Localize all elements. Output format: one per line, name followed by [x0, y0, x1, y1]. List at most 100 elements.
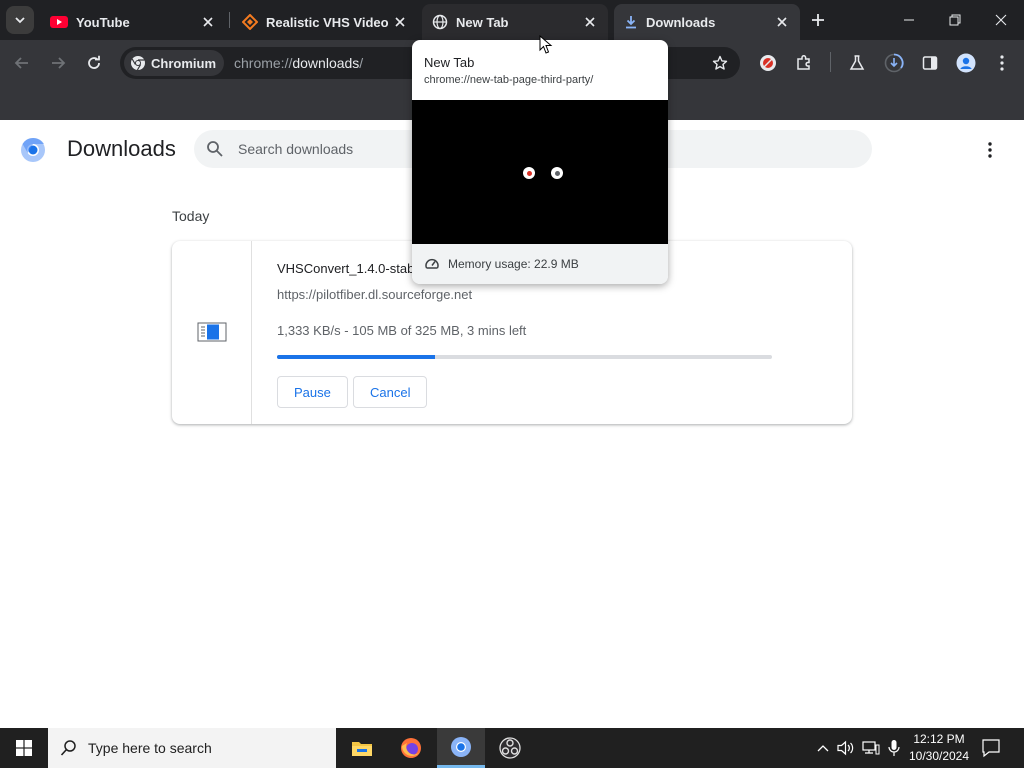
screen: YouTube Realistic VHS Video Converter Ne… [0, 0, 1024, 768]
tab-separator [229, 12, 230, 28]
tab-title: New Tab [456, 14, 509, 30]
site-chip[interactable]: Chromium [124, 50, 224, 76]
tab-title: Downloads [646, 14, 716, 30]
extensions-button[interactable] [792, 51, 816, 75]
file-icon [197, 322, 227, 342]
tab-new-tab[interactable]: New Tab [422, 4, 608, 40]
notification-center-icon[interactable] [980, 738, 1002, 758]
tab-title: YouTube [76, 14, 130, 30]
profile-button[interactable] [954, 51, 978, 75]
tab-search-button[interactable] [6, 6, 34, 34]
record-extension-icon [760, 55, 776, 71]
sourceforge-icon [242, 14, 258, 30]
download-progress-bar [277, 355, 772, 359]
taskbar-chromium[interactable] [437, 728, 485, 768]
taskbar-clock[interactable]: 12:12 PM 10/30/2024 [904, 731, 974, 765]
close-window-button[interactable] [978, 0, 1024, 40]
chevron-up-icon [817, 745, 829, 752]
plus-icon [812, 14, 824, 26]
site-chip-label: Chromium [151, 55, 216, 71]
bookmark-button[interactable] [708, 51, 732, 75]
close-icon [995, 14, 1007, 26]
network-button[interactable] [862, 738, 880, 758]
download-progress-icon [884, 53, 904, 73]
firefox-icon [401, 738, 421, 758]
page-title: Downloads [67, 136, 176, 161]
download-icon [626, 16, 636, 29]
flask-icon [849, 55, 865, 70]
back-button[interactable] [8, 49, 36, 77]
start-button[interactable] [0, 728, 48, 768]
gauge-icon [425, 258, 439, 269]
toolbar-divider [830, 52, 831, 72]
file-icon-column [172, 241, 252, 424]
taskbar-file-explorer[interactable] [338, 728, 386, 768]
search-icon [60, 740, 76, 756]
close-icon[interactable] [200, 14, 216, 30]
close-icon[interactable] [774, 14, 790, 30]
url-text: chrome://downloads/ [234, 55, 364, 71]
labs-button[interactable] [845, 51, 869, 75]
download-progress-fill [277, 355, 436, 359]
clock-date: 10/30/2024 [908, 749, 970, 763]
taskbar-obs[interactable] [486, 728, 534, 768]
taskbar-search-box[interactable]: Type here to search [48, 728, 336, 768]
clock-time: 12:12 PM [913, 732, 965, 746]
new-tab-button[interactable] [806, 8, 830, 32]
microphone-button[interactable] [885, 738, 903, 758]
minimize-icon [904, 19, 914, 21]
chromium-icon [451, 736, 471, 757]
tab-hover-card: New Tab chrome://new-tab-page-third-part… [412, 40, 668, 284]
tab-downloads[interactable]: Downloads [614, 4, 800, 40]
windows-logo-icon [16, 740, 32, 756]
hover-card-title: New Tab [424, 55, 475, 70]
downloads-menu-button[interactable] [978, 138, 1002, 162]
extension-vhs-button[interactable] [756, 51, 780, 75]
tab-vhs-converter[interactable]: Realistic VHS Video Converter [232, 4, 418, 40]
restore-button[interactable] [932, 0, 978, 40]
close-icon[interactable] [582, 14, 598, 30]
tab-strip: YouTube Realistic VHS Video Converter Ne… [0, 0, 1024, 40]
cancel-button[interactable]: Cancel [353, 376, 428, 408]
chromium-icon [131, 56, 145, 71]
date-group-label: Today [172, 208, 210, 224]
speaker-icon [837, 740, 854, 756]
youtube-icon [50, 16, 68, 28]
reload-button[interactable] [80, 49, 108, 77]
hover-card-url: chrome://new-tab-page-third-party/ [424, 74, 594, 86]
chromium-logo-icon [21, 137, 45, 162]
microphone-icon [888, 740, 900, 756]
search-icon [207, 141, 223, 157]
windows-taskbar: Type here to search 12:12 PM 10/30/2024 [0, 728, 1024, 768]
star-icon [712, 55, 728, 70]
kebab-menu-icon [988, 142, 992, 158]
memory-usage-text: Memory usage: 22.9 MB [448, 257, 579, 271]
reload-icon [88, 55, 100, 69]
obs-icon [499, 737, 521, 759]
tab-preview-thumbnail [412, 100, 668, 244]
arrow-left-icon [14, 57, 28, 69]
hover-card-footer: Memory usage: 22.9 MB [412, 244, 668, 284]
restore-icon [949, 14, 961, 26]
download-source-url[interactable]: https://pilotfiber.dl.sourceforge.net [277, 287, 472, 302]
menu-button[interactable] [990, 51, 1014, 75]
side-panel-button[interactable] [918, 51, 942, 75]
folder-icon [352, 742, 372, 756]
pause-button[interactable]: Pause [277, 376, 348, 408]
forward-button[interactable] [44, 49, 72, 77]
downloads-toolbar-button[interactable] [882, 51, 906, 75]
kebab-menu-icon [1000, 55, 1004, 71]
shortcut-icon [551, 167, 563, 179]
show-hidden-icons-button[interactable] [814, 738, 832, 758]
side-panel-icon [922, 56, 938, 70]
download-status: 1,333 KB/s - 105 MB of 325 MB, 3 mins le… [277, 323, 527, 338]
arrow-right-icon [52, 57, 66, 69]
tab-youtube[interactable]: YouTube [40, 4, 226, 40]
minimize-button[interactable] [886, 0, 932, 40]
puzzle-icon [797, 54, 810, 70]
volume-button[interactable] [837, 738, 855, 758]
tab-title: Realistic VHS Video Converter [266, 14, 392, 30]
close-icon[interactable] [392, 14, 408, 30]
taskbar-firefox[interactable] [387, 728, 435, 768]
globe-icon [432, 14, 448, 30]
